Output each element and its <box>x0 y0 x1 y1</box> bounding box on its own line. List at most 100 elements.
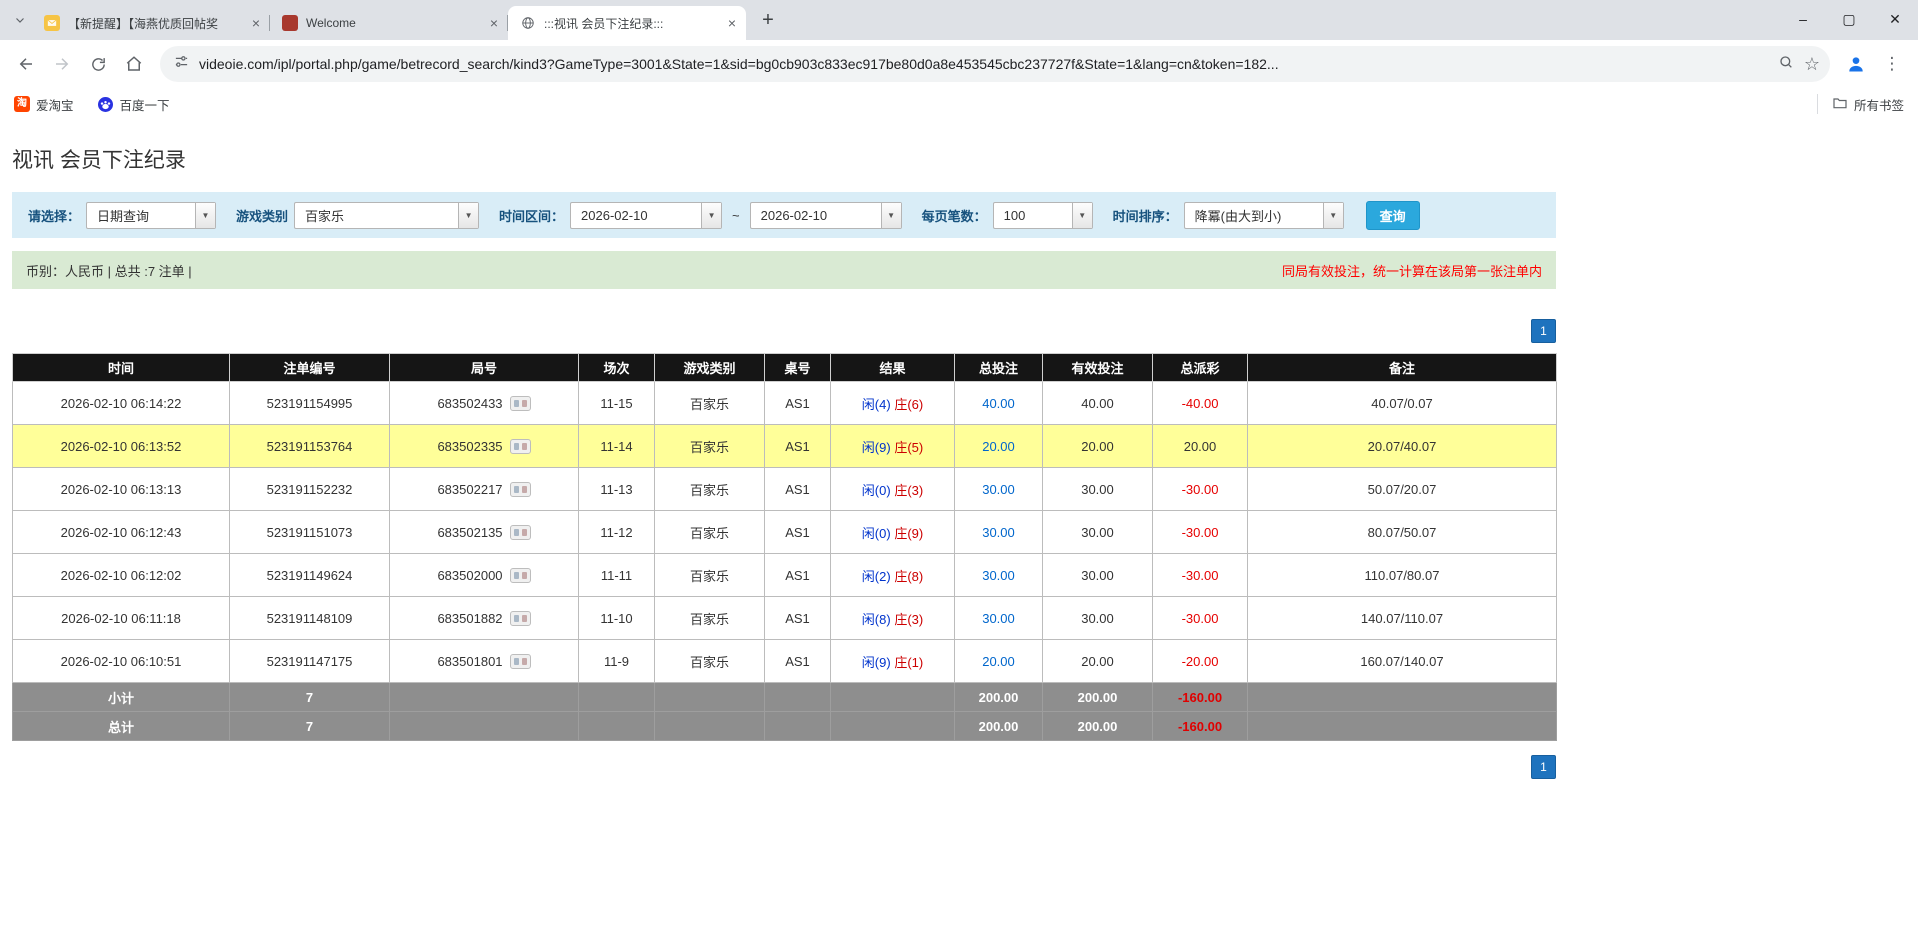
result-player: 闲(9) <box>862 655 891 670</box>
round-cards-icon[interactable] <box>510 654 531 669</box>
result-banker: 庄(8) <box>894 569 923 584</box>
cell-game-type: 百家乐 <box>655 425 765 468</box>
profile-avatar-icon[interactable] <box>1840 48 1872 80</box>
table-row: 2026-02-10 06:12:43 523191151073 6835021… <box>13 511 1557 554</box>
tabs: 【新提醒】【海燕优质回帖奖 × Welcome × :::视讯 会员下注纪录::… <box>32 0 746 40</box>
browser-tab-2[interactable]: Welcome × <box>270 6 508 40</box>
subtotal-empty <box>579 683 655 712</box>
cell-session: 11-10 <box>579 597 655 640</box>
cell-bet-id: 523191153764 <box>230 425 390 468</box>
round-cards-icon[interactable] <box>510 439 531 454</box>
tab-close-icon[interactable]: × <box>486 15 502 31</box>
cell-payout: -20.00 <box>1153 640 1248 683</box>
page-1-button[interactable]: 1 <box>1531 319 1556 343</box>
tab-search-chevron-icon[interactable] <box>8 8 32 32</box>
chevron-down-icon[interactable]: ▼ <box>195 203 215 228</box>
cell-round: 683501882 <box>390 597 579 640</box>
window-controls: – ▢ ✕ <box>1780 0 1918 38</box>
total-empty <box>655 712 765 741</box>
cell-session: 11-15 <box>579 382 655 425</box>
zoom-icon[interactable] <box>1778 54 1794 75</box>
pagination-top: 1 <box>12 319 1556 343</box>
browser-tab-active[interactable]: :::视讯 会员下注纪录::: × <box>508 6 746 40</box>
forward-icon[interactable] <box>46 48 78 80</box>
tab-close-icon[interactable]: × <box>724 15 740 31</box>
close-window-button[interactable]: ✕ <box>1872 0 1918 38</box>
back-icon[interactable] <box>10 48 42 80</box>
address-bar[interactable]: videoie.com/ipl/portal.php/game/betrecor… <box>160 46 1830 82</box>
cell-total-bet: 30.00 <box>955 511 1043 554</box>
maximize-button[interactable]: ▢ <box>1826 0 1872 38</box>
chevron-down-icon[interactable]: ▼ <box>1072 203 1092 228</box>
table-row: 2026-02-10 06:13:13 523191152232 6835022… <box>13 468 1557 511</box>
url-text[interactable]: videoie.com/ipl/portal.php/game/betrecor… <box>199 56 1768 72</box>
search-button[interactable]: 查询 <box>1366 201 1420 230</box>
cell-round: 683502135 <box>390 511 579 554</box>
sort-label: 时间排序： <box>1113 206 1178 225</box>
round-cards-icon[interactable] <box>510 525 531 540</box>
all-bookmarks-button[interactable]: 所有书签 <box>1817 94 1904 114</box>
cell-total-bet: 30.00 <box>955 468 1043 511</box>
table-row: 2026-02-10 06:14:22 523191154995 6835024… <box>13 382 1557 425</box>
cell-time: 2026-02-10 06:10:51 <box>13 640 230 683</box>
new-tab-button[interactable]: + <box>754 6 782 34</box>
round-cards-icon[interactable] <box>510 611 531 626</box>
game-type-select[interactable]: 百家乐 ▼ <box>294 202 479 229</box>
result-banker: 庄(5) <box>894 440 923 455</box>
bookmark-aitaobao[interactable]: 淘 爱淘宝 <box>14 95 74 114</box>
cell-result: 闲(2) 庄(8) <box>831 554 955 597</box>
date-from-select[interactable]: 2026-02-10 ▼ <box>570 202 722 229</box>
folder-icon <box>1832 95 1848 114</box>
cell-result: 闲(0) 庄(9) <box>831 511 955 554</box>
col-result: 结果 <box>831 354 955 382</box>
col-bet-id: 注单编号 <box>230 354 390 382</box>
cell-payout: -30.00 <box>1153 511 1248 554</box>
chevron-down-icon[interactable]: ▼ <box>881 203 901 228</box>
site-settings-icon[interactable] <box>174 54 189 74</box>
cell-note: 110.07/80.07 <box>1248 554 1557 597</box>
browser-tab-1[interactable]: 【新提醒】【海燕优质回帖奖 × <box>32 6 270 40</box>
chevron-down-icon[interactable]: ▼ <box>701 203 721 228</box>
round-number: 683501882 <box>437 611 502 626</box>
filter-bar: 请选择： 日期查询 ▼ 游戏类别 百家乐 ▼ 时间区间： 2026-02-10 … <box>12 192 1556 238</box>
tab-close-icon[interactable]: × <box>248 15 264 31</box>
table-row: 2026-02-10 06:12:02 523191149624 6835020… <box>13 554 1557 597</box>
date-to-select[interactable]: 2026-02-10 ▼ <box>750 202 902 229</box>
cell-time: 2026-02-10 06:13:13 <box>13 468 230 511</box>
chevron-down-icon[interactable]: ▼ <box>458 203 478 228</box>
subtotal-empty <box>655 683 765 712</box>
cell-note: 40.07/0.07 <box>1248 382 1557 425</box>
result-player: 闲(8) <box>862 612 891 627</box>
cell-session: 11-14 <box>579 425 655 468</box>
cell-result: 闲(9) 庄(5) <box>831 425 955 468</box>
cell-note: 50.07/20.07 <box>1248 468 1557 511</box>
round-cards-icon[interactable] <box>510 482 531 497</box>
cell-game-type: 百家乐 <box>655 382 765 425</box>
query-type-select[interactable]: 日期查询 ▼ <box>86 202 216 229</box>
per-page-select[interactable]: 100 ▼ <box>993 202 1093 229</box>
cell-bet-id: 523191149624 <box>230 554 390 597</box>
result-player: 闲(0) <box>862 483 891 498</box>
tab-title: 【新提醒】【海燕优质回帖奖 <box>68 15 240 32</box>
range-separator: ~ <box>732 208 740 223</box>
bookmark-star-icon[interactable]: ☆ <box>1804 54 1820 75</box>
total-empty <box>831 712 955 741</box>
sort-select[interactable]: 降冪(由大到小) ▼ <box>1184 202 1344 229</box>
col-total-bet: 总投注 <box>955 354 1043 382</box>
col-session: 场次 <box>579 354 655 382</box>
bookmark-baidu[interactable]: 百度一下 <box>98 95 170 114</box>
chevron-down-icon[interactable]: ▼ <box>1323 203 1343 228</box>
cell-payout: -30.00 <box>1153 468 1248 511</box>
per-page-label: 每页笔数： <box>922 206 987 225</box>
result-player: 闲(4) <box>862 397 891 412</box>
reload-icon[interactable] <box>82 48 114 80</box>
cell-table-no: AS1 <box>765 425 831 468</box>
home-icon[interactable] <box>118 48 150 80</box>
minimize-button[interactable]: – <box>1780 0 1826 38</box>
round-cards-icon[interactable] <box>510 568 531 583</box>
browser-menu-icon[interactable]: ⋮ <box>1876 48 1908 80</box>
pagination-bottom: 1 <box>12 755 1556 779</box>
result-banker: 庄(3) <box>894 612 923 627</box>
round-cards-icon[interactable] <box>510 396 531 411</box>
page-1-button[interactable]: 1 <box>1531 755 1556 779</box>
